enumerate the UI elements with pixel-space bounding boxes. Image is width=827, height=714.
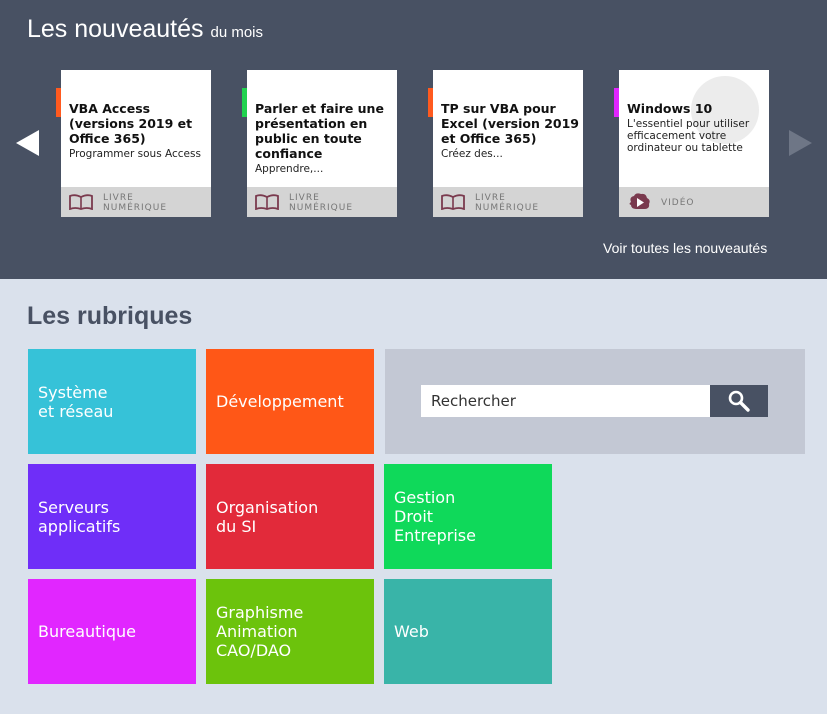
search-icon	[728, 390, 750, 412]
card-format-label: LIVRE NUMÉRIQUE	[289, 193, 354, 213]
card-title-text: VBA Access (versions 2019 et Office 365)	[69, 101, 193, 146]
see-all-new-releases-link[interactable]: Voir toutes les nouveautés	[603, 240, 767, 256]
card-accent-bar	[56, 88, 61, 117]
card-accent-bar	[242, 88, 247, 117]
card-description: Apprendre,...	[255, 163, 324, 175]
category-label: Graphisme Animation CAO/DAO	[216, 603, 304, 660]
category-tile-systeme-reseau[interactable]: Système et réseau	[28, 349, 196, 454]
news-card[interactable]: TP sur VBA pour Excel (version 2019 et O…	[433, 70, 583, 217]
book-icon	[255, 194, 279, 210]
news-card[interactable]: VBA Access (versions 2019 et Office 365)…	[61, 70, 211, 217]
category-label: Serveurs applicatifs	[38, 497, 121, 536]
search-panel	[385, 349, 805, 454]
card-title-text: Parler et faire une présentation en publ…	[255, 101, 384, 161]
category-tile-gestion-droit-entreprise[interactable]: Gestion Droit Entreprise	[384, 464, 552, 569]
new-releases-heading: Les nouveautés du mois	[27, 15, 263, 44]
category-tile-graphisme-animation[interactable]: Graphisme Animation CAO/DAO	[206, 579, 374, 684]
card-accent-bar	[614, 88, 619, 117]
card-title: TP sur VBA pour Excel (version 2019 et O…	[441, 101, 579, 160]
news-card[interactable]: Parler et faire une présentation en publ…	[247, 70, 397, 217]
book-icon	[441, 194, 465, 210]
card-description: L'essentiel pour utiliser efficacement v…	[627, 118, 750, 154]
card-title: Windows 10 L'essentiel pour utiliser eff…	[627, 101, 765, 154]
category-tile-developpement[interactable]: Développement	[206, 349, 374, 454]
new-releases-title-suffix: du mois	[210, 24, 264, 41]
card-title: Parler et faire une présentation en publ…	[255, 101, 393, 175]
card-description: Programmer sous Access	[69, 148, 201, 160]
categories-heading: Les rubriques	[27, 302, 193, 330]
card-accent-bar	[428, 88, 433, 117]
new-releases-section: Les nouveautés du mois VBA Access (versi…	[0, 0, 827, 279]
card-title: VBA Access (versions 2019 et Office 365)…	[69, 101, 207, 160]
card-format-bar: LIVRE NUMÉRIQUE	[247, 187, 397, 217]
category-tile-serveurs-applicatifs[interactable]: Serveurs applicatifs	[28, 464, 196, 569]
next-arrow-icon[interactable]	[789, 130, 812, 156]
previous-arrow-icon[interactable]	[16, 130, 39, 156]
category-label: Gestion Droit Entreprise	[394, 488, 476, 545]
category-tile-organisation-si[interactable]: Organisation du SI	[206, 464, 374, 569]
category-label: Bureautique	[38, 622, 136, 641]
new-releases-title: Les nouveautés	[27, 15, 204, 43]
category-label: Web	[394, 622, 429, 641]
category-label: Système et réseau	[38, 382, 114, 421]
category-tile-web[interactable]: Web	[384, 579, 552, 684]
search-input[interactable]	[421, 385, 710, 417]
card-format-label: VIDÉO	[661, 198, 695, 208]
card-title-text: TP sur VBA pour Excel (version 2019 et O…	[441, 101, 579, 146]
category-tile-bureautique[interactable]: Bureautique	[28, 579, 196, 684]
card-format-bar: LIVRE NUMÉRIQUE	[433, 187, 583, 217]
video-icon	[629, 193, 650, 209]
card-format-label: LIVRE NUMÉRIQUE	[475, 193, 540, 213]
card-description: Créez des...	[441, 148, 503, 160]
card-format-bar: VIDÉO	[619, 187, 769, 217]
search-button[interactable]	[710, 385, 768, 417]
news-card[interactable]: Windows 10 L'essentiel pour utiliser eff…	[619, 70, 769, 217]
card-title-text: Windows 10	[627, 101, 713, 116]
category-label: Organisation du SI	[216, 497, 319, 536]
card-format-bar: LIVRE NUMÉRIQUE	[61, 187, 211, 217]
book-icon	[69, 194, 93, 210]
card-format-label: LIVRE NUMÉRIQUE	[103, 193, 168, 213]
category-label: Développement	[216, 392, 344, 411]
